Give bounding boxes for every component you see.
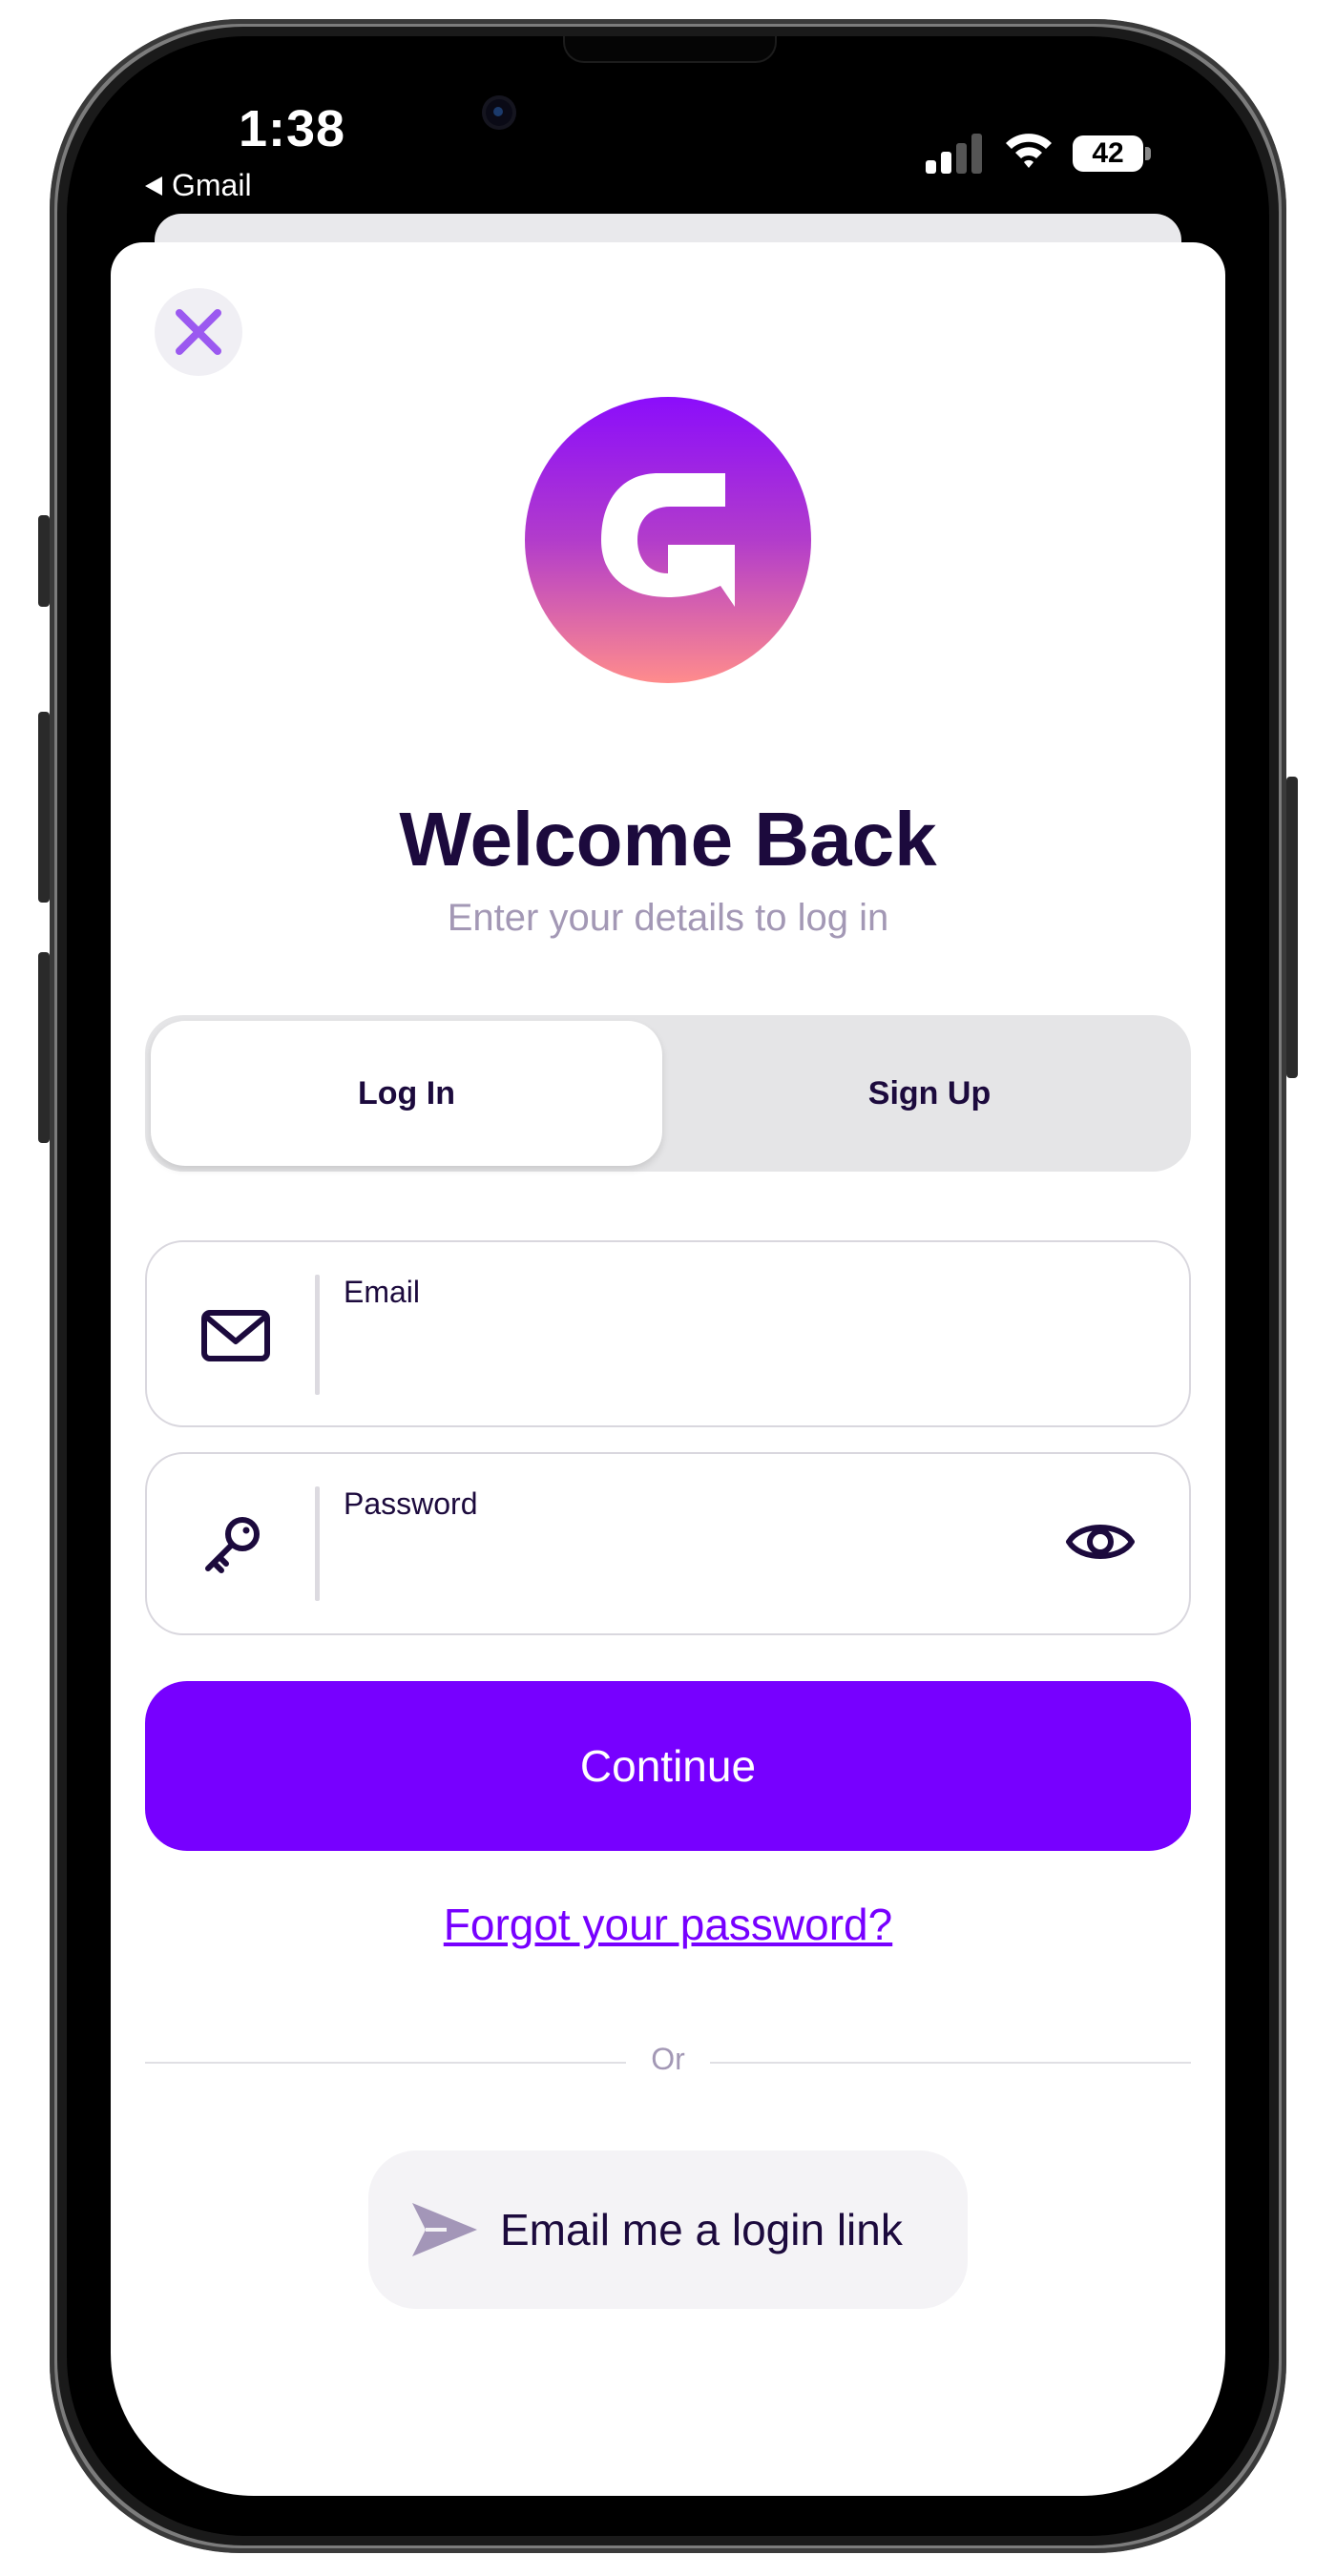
logo-icon (601, 473, 735, 607)
battery-nub (1145, 147, 1151, 160)
email-login-link-button[interactable]: Email me a login link (368, 2150, 968, 2309)
front-camera (482, 95, 516, 130)
email-input[interactable] (344, 1328, 1015, 1387)
page-subtitle: Enter your details to log in (447, 897, 889, 939)
password-label: Password (344, 1486, 478, 1521)
email-field-divider (315, 1275, 320, 1395)
close-icon (176, 309, 221, 355)
or-separator: Or (651, 2042, 685, 2076)
mute-switch (38, 515, 50, 607)
page-title: Welcome Back (399, 797, 937, 882)
back-to-app-link[interactable]: Gmail (145, 168, 252, 203)
battery-icon: 42 (1073, 135, 1143, 172)
continue-button[interactable]: Continue (145, 1681, 1191, 1851)
eye-icon[interactable] (1065, 1515, 1136, 1568)
volume-down-button (38, 952, 50, 1143)
tab-sign-up[interactable]: Sign Up (672, 1021, 1187, 1166)
send-icon (412, 2203, 477, 2256)
divider-left (145, 2062, 626, 2064)
status-time: 1:38 (239, 100, 346, 157)
back-app-label: Gmail (172, 168, 252, 202)
email-login-link-label: Email me a login link (500, 2205, 903, 2254)
wifi-icon (1006, 134, 1052, 168)
key-icon (205, 1517, 260, 1573)
password-field-divider (315, 1486, 320, 1601)
email-label: Email (344, 1275, 421, 1309)
close-button[interactable] (155, 288, 242, 376)
back-triangle-icon (145, 176, 162, 196)
forgot-password-link[interactable]: Forgot your password? (0, 1899, 1336, 1950)
app-logo (525, 397, 811, 683)
mail-icon (201, 1310, 270, 1361)
tab-log-in[interactable]: Log In (151, 1021, 662, 1166)
signal-icon (926, 134, 982, 174)
speaker-notch (563, 36, 777, 63)
password-input[interactable] (344, 1538, 1015, 1597)
divider-right (710, 2062, 1191, 2064)
